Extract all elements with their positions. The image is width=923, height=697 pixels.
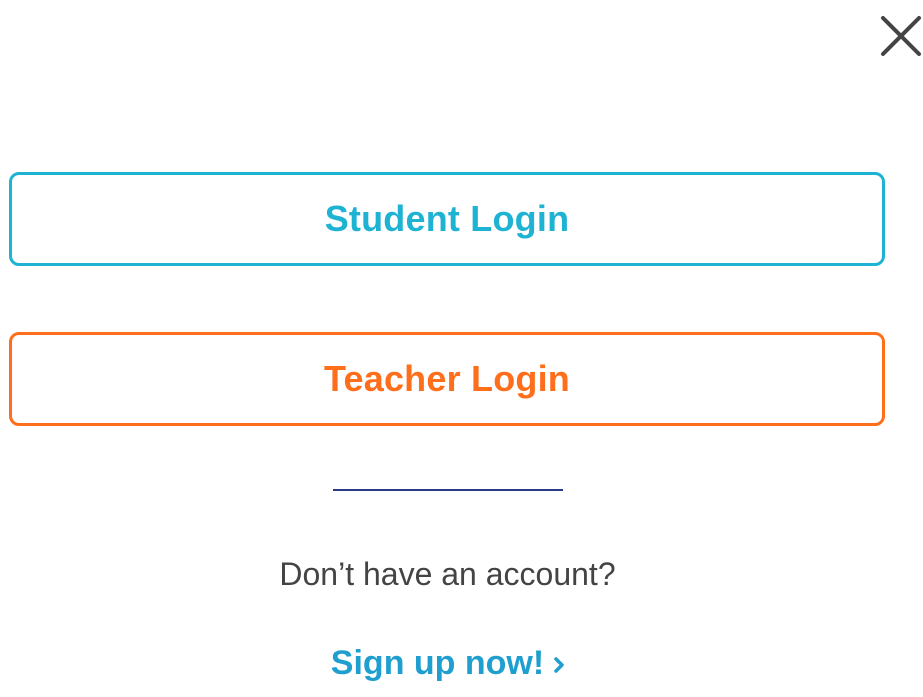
sign-up-label: Sign up now! (330, 644, 545, 682)
close-icon (881, 16, 921, 56)
teacher-login-button[interactable]: Teacher Login (9, 332, 885, 426)
sign-up-link[interactable]: Sign up now! (0, 644, 895, 685)
login-dialog: Student Login Teacher Login Don’t have a… (0, 0, 923, 697)
student-login-label: Student Login (324, 198, 570, 239)
no-account-prompt: Don’t have an account? (279, 556, 616, 592)
divider (333, 489, 563, 491)
student-login-button[interactable]: Student Login (9, 172, 885, 266)
chevron-right-icon (554, 643, 564, 682)
close-button[interactable] (879, 14, 923, 58)
teacher-login-label: Teacher Login (324, 358, 570, 399)
